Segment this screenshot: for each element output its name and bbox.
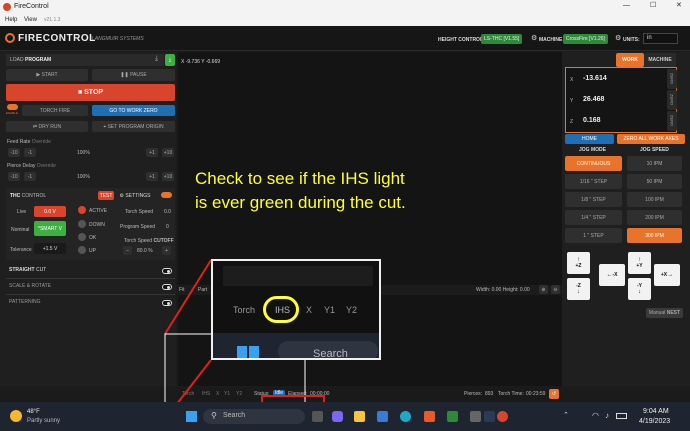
taskbar-search-box[interactable]: ⚲ Search bbox=[203, 409, 305, 424]
machine-tab[interactable]: MACHINE bbox=[644, 53, 676, 67]
jog-mode-label: JOG MODE bbox=[579, 147, 606, 153]
zero-z-label: ZERO bbox=[669, 115, 675, 127]
store-icon[interactable] bbox=[377, 411, 388, 422]
arrow-down-icon: ↓ bbox=[577, 289, 580, 295]
z-axis-label: Z bbox=[570, 119, 574, 125]
chat-icon[interactable] bbox=[332, 411, 343, 422]
office-icon[interactable] bbox=[424, 411, 435, 422]
x-axis-label: X bbox=[570, 77, 574, 83]
minus-x-label: -X bbox=[612, 272, 618, 278]
zoom-tab-torch: Torch bbox=[233, 305, 256, 315]
work-tab[interactable]: WORK bbox=[616, 53, 644, 67]
volume-icon[interactable]: ♪ bbox=[605, 411, 609, 420]
zero-x-label: ZERO bbox=[669, 73, 675, 85]
zero-all-axes-button[interactable]: ZERO ALL WORK AXES bbox=[617, 134, 685, 144]
jog-speed-10[interactable]: 10 IPM bbox=[627, 156, 682, 171]
jog-minus-x-button[interactable]: ← -X bbox=[599, 264, 625, 286]
clock-date[interactable]: 4/19/2023 bbox=[639, 418, 670, 425]
home-button[interactable]: HOME bbox=[565, 134, 614, 144]
zoom-search-label: Search bbox=[313, 348, 348, 360]
jog-speed-300[interactable]: 300 IPM bbox=[627, 228, 682, 243]
jog-minus-y-button[interactable]: -Y ↓ bbox=[628, 278, 651, 300]
z-axis-value: 0.168 bbox=[583, 117, 601, 124]
zoom-tab-x: X bbox=[306, 305, 313, 315]
y-axis-label: Y bbox=[570, 98, 574, 104]
taskbar-search-label: Search bbox=[223, 412, 246, 419]
search-icon: ⚲ bbox=[211, 411, 217, 420]
app-icon-gray[interactable] bbox=[470, 411, 481, 422]
arrow-right-icon: → bbox=[667, 272, 674, 278]
battery-icon[interactable] bbox=[616, 413, 627, 419]
plus-y-label: +Y bbox=[636, 263, 643, 269]
weather-sun-icon bbox=[10, 410, 22, 422]
zero-y-button[interactable]: ZERO bbox=[667, 90, 677, 110]
weather-temp: 48°F bbox=[27, 409, 40, 415]
jog-mode-1-step[interactable]: 1 " STEP bbox=[565, 228, 622, 243]
jog-minus-z-button[interactable]: -Z ↓ bbox=[567, 278, 590, 300]
x-axis-value: -13.614 bbox=[583, 75, 607, 82]
jog-speed-label: JOG SPEED bbox=[640, 147, 669, 153]
weather-desc: Partly sunny bbox=[27, 418, 61, 424]
jog-plus-x-button[interactable]: +X → bbox=[654, 264, 680, 286]
jog-mode-continuous[interactable]: CONTINUOUS bbox=[565, 156, 622, 171]
jog-plus-z-button[interactable]: ↑ +Z bbox=[567, 252, 590, 274]
jog-mode-1-16-step[interactable]: 1/16 " STEP bbox=[565, 174, 622, 189]
zoom-windows-icon bbox=[237, 346, 259, 358]
jog-speed-50[interactable]: 50 IPM bbox=[627, 174, 682, 189]
dro-panel: X -13.614 Y 26.468 Z 0.168 ZERO ZERO ZER… bbox=[565, 67, 677, 133]
tray-chevron-icon[interactable]: ⌃ bbox=[563, 411, 569, 419]
edge-icon[interactable] bbox=[400, 411, 411, 422]
plus-z-label: +Z bbox=[575, 263, 582, 269]
zero-y-label: ZERO bbox=[669, 94, 675, 106]
app-icon-dark[interactable] bbox=[484, 411, 495, 422]
windows-taskbar: 48°F Partly sunny ⚲ Search ⌃ ◠ ♪ 9:04 AM… bbox=[0, 402, 690, 431]
zoom-tab-y2: Y2 bbox=[346, 305, 358, 315]
windows-start-icon[interactable] bbox=[186, 411, 197, 422]
nest-label: NEST bbox=[666, 310, 681, 316]
clock-time[interactable]: 9:04 AM bbox=[643, 408, 669, 415]
jog-plus-y-button[interactable]: ↑ +Y bbox=[628, 252, 651, 274]
arrow-down-icon: ↓ bbox=[638, 289, 641, 295]
zoom-tab-y1: Y1 bbox=[324, 305, 336, 315]
task-view-icon[interactable] bbox=[312, 411, 323, 422]
zero-x-button[interactable]: ZERO bbox=[667, 69, 677, 89]
app-icon-green[interactable] bbox=[447, 411, 458, 422]
manual-nest-button[interactable]: Manual NEST bbox=[646, 308, 683, 318]
y-axis-value: 26.468 bbox=[583, 96, 605, 103]
jog-mode-1-4-step[interactable]: 1/4 " STEP bbox=[565, 210, 622, 225]
zero-z-button[interactable]: ZERO bbox=[667, 111, 677, 131]
jog-speed-100[interactable]: 100 IPM bbox=[627, 192, 682, 207]
zoomed-callout: Torch IHS X Y1 Y2 Search bbox=[211, 259, 381, 360]
jog-speed-200[interactable]: 200 IPM bbox=[627, 210, 682, 225]
ihs-highlight-ring bbox=[263, 296, 299, 323]
jog-mode-1-8-step[interactable]: 1/8 " STEP bbox=[565, 192, 622, 207]
manual-label: Manual bbox=[648, 310, 666, 316]
file-explorer-icon[interactable] bbox=[354, 411, 365, 422]
wifi-icon[interactable]: ◠ bbox=[592, 411, 599, 420]
firecontrol-taskbar-icon[interactable] bbox=[497, 411, 508, 422]
zoomed-header bbox=[223, 266, 373, 286]
right-panel: WORK MACHINE X -13.614 Y 26.468 Z 0.168 … bbox=[562, 52, 690, 386]
